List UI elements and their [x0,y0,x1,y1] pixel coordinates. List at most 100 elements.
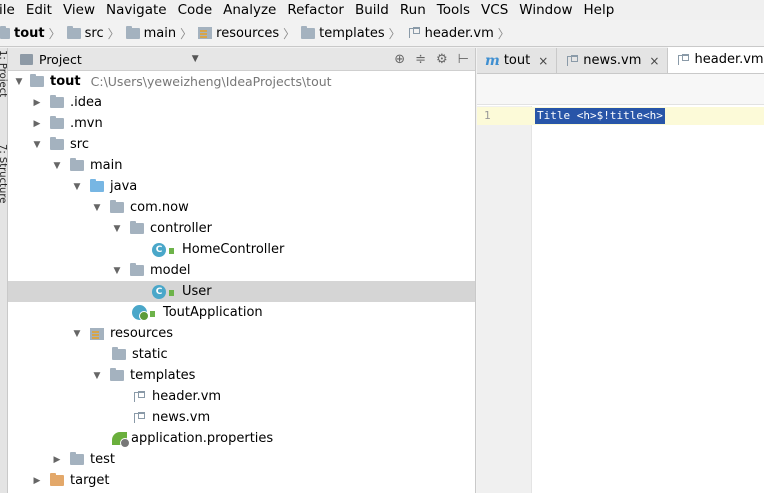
folder-icon [50,137,64,150]
dropdown-arrow-icon[interactable]: ▼ [192,54,199,64]
menu-code[interactable]: Code [173,0,219,20]
expand-arrow-icon[interactable]: ▼ [112,266,122,276]
package-icon [110,200,124,213]
folder-icon [125,25,140,39]
expand-arrow-icon[interactable]: ▶ [52,455,62,465]
folder-icon [70,452,84,465]
tab-header-vm[interactable]: header.vm × [668,47,764,73]
vm-file-icon [676,53,690,67]
tab-news-vm[interactable]: news.vm × [557,48,669,73]
breadcrumb-header-vm[interactable]: header.vm 〉 [405,20,514,47]
tree-node-resources[interactable]: ▼ resources [8,323,475,344]
lock-icon [168,245,176,255]
tree-node-label: test [90,452,115,467]
tree-node-java[interactable]: ▼ java [8,176,475,197]
locate-icon[interactable]: ⊕ [394,52,405,67]
editor-tabs: m tout × news.vm × header.vm × [477,47,764,74]
menu-help[interactable]: Help [579,0,621,20]
gear-icon[interactable]: ⚙ [436,52,448,67]
breadcrumb-main[interactable]: main 〉 [124,20,197,47]
expand-arrow-icon[interactable]: ▼ [92,203,102,213]
expand-arrow-icon[interactable]: ▶ [32,476,42,486]
expand-arrow-icon[interactable]: ▼ [92,371,102,381]
tool-tab-project[interactable]: 1: Project [0,50,8,97]
menu-file[interactable]: ile [0,0,21,20]
tree-node-com-now[interactable]: ▼ com.now [8,197,475,218]
tree-node-static[interactable]: static [8,344,475,365]
maven-module-icon: m [485,52,500,69]
menu-edit[interactable]: Edit [21,0,58,20]
tool-tab-structure[interactable]: 7: Structure [0,144,8,203]
tree-node-label: com.now [130,200,189,215]
tree-node-homecontroller[interactable]: C HomeController [8,239,475,260]
menu-navigate[interactable]: Navigate [101,0,173,20]
breadcrumb-templates[interactable]: templates 〉 [299,20,404,47]
menu-run[interactable]: Run [395,0,432,20]
tree-node-label: java [110,179,138,194]
expand-arrow-icon[interactable]: ▼ [52,161,62,171]
tree-node-tout[interactable]: ▼ tout C:\Users\yeweizheng\IdeaProjects\… [8,71,475,92]
code-line-selected[interactable]: Title <h>$!title<h> [535,108,665,124]
tree-node-mvn[interactable]: ▶ .mvn [8,113,475,134]
hide-panel-icon[interactable]: ⊢ [458,52,469,67]
tree-node-header-vm[interactable]: header.vm [8,386,475,407]
breadcrumb-tout[interactable]: tout 〉 [0,20,65,47]
folder-icon [50,116,64,129]
close-icon[interactable]: × [649,54,659,68]
tree-node-main[interactable]: ▼ main [8,155,475,176]
menu-window[interactable]: Window [514,0,578,20]
package-icon [130,263,144,276]
project-icon [20,53,33,65]
breadcrumb-src[interactable]: src 〉 [65,20,124,47]
project-panel-header: Project ▼ ⊕ ≑ ⚙ ⊢ [8,48,475,71]
menu-refactor[interactable]: Refactor [282,0,350,20]
project-panel-title[interactable]: Project [39,52,82,67]
tab-tout[interactable]: m tout × [477,48,558,73]
tree-node-toutapplication[interactable]: ToutApplication [8,302,475,323]
excluded-folder-icon [50,473,64,486]
tree-node-label: src [70,137,89,152]
tab-label: header.vm [694,52,764,67]
tab-label: tout [503,53,531,68]
expand-arrow-icon[interactable]: ▼ [72,182,82,192]
chevron-right-icon: 〉 [107,26,120,41]
tree-node-user[interactable]: C User [8,281,475,302]
tree-node-label: resources [110,326,174,341]
tab-label: news.vm [583,53,642,68]
chevron-right-icon: 〉 [48,26,61,41]
menu-tools[interactable]: Tools [432,0,476,20]
expand-arrow-icon[interactable]: ▼ [14,77,24,87]
tree-node-controller[interactable]: ▼ controller [8,218,475,239]
tree-node-model[interactable]: ▼ model [8,260,475,281]
tree-node-label: news.vm [152,410,211,425]
expand-arrow-icon[interactable]: ▼ [32,140,42,150]
expand-arrow-icon[interactable]: ▶ [32,98,42,108]
close-icon[interactable]: × [538,54,548,68]
vm-file-icon [565,54,579,68]
breadcrumb-label: header.vm [424,25,494,41]
menu-build[interactable]: Build [350,0,395,20]
tree-node-target[interactable]: ▶ target [8,470,475,491]
tree-node-test[interactable]: ▶ test [8,449,475,470]
tree-node-templates[interactable]: ▼ templates [8,365,475,386]
expand-arrow-icon[interactable]: ▼ [112,224,122,234]
project-panel-tools: ⊕ ≑ ⚙ ⊢ [394,48,469,71]
menu-analyze[interactable]: Analyze [218,0,282,20]
tree-node-label: User [182,284,212,299]
menu-vcs[interactable]: VCS [476,0,514,20]
chevron-right-icon: 〉 [388,26,401,41]
tree-node-src[interactable]: ▼ src [8,134,475,155]
expand-arrow-icon[interactable]: ▼ [72,329,82,339]
expand-arrow-icon[interactable]: ▶ [32,119,42,129]
tree-node-application-properties[interactable]: application.properties [8,428,475,449]
tree-node-label: model [150,263,191,278]
breadcrumb-resources[interactable]: resources 〉 [196,20,299,47]
collapse-all-icon[interactable]: ≑ [415,52,426,67]
tree-node-label: .mvn [70,116,103,131]
editor-gutter[interactable] [477,106,532,493]
project-tree: ▼ tout C:\Users\yeweizheng\IdeaProjects\… [8,71,475,491]
tree-node-news-vm[interactable]: news.vm [8,407,475,428]
spring-properties-icon [112,432,130,448]
tree-node-idea[interactable]: ▶ .idea [8,92,475,113]
menu-view[interactable]: View [58,0,101,20]
